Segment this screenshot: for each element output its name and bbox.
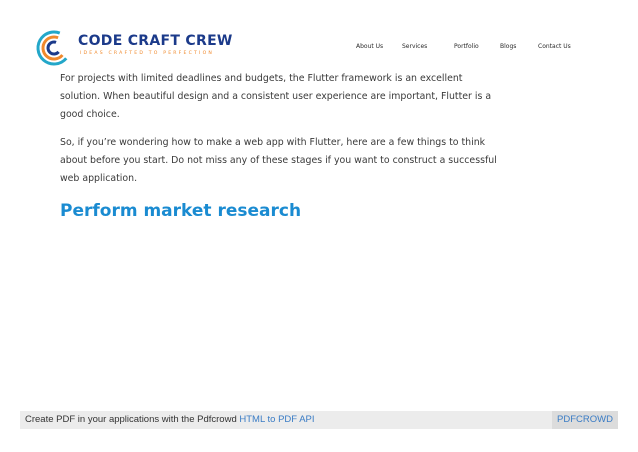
pdf-page: CODE CRAFT CREW IDEAS CRAFTED TO PERFECT… [0, 0, 638, 452]
banner-text: Create PDF in your applications with the… [25, 414, 237, 425]
main-navigation: About Us Services Portfolio Blogs Contac… [0, 40, 638, 56]
paragraph-line: good choice. [60, 109, 120, 120]
article-paragraph: For projects with limited deadlines and … [60, 70, 500, 124]
paragraph-line: So, if you’re wondering how to make a we… [60, 137, 486, 148]
nav-portfolio[interactable]: Portfolio [454, 43, 479, 50]
section-heading: Perform market research [60, 201, 302, 221]
pdfcrowd-brand-link[interactable]: PDFCROWD [552, 411, 618, 429]
pdfcrowd-banner: Create PDF in your applications with the… [20, 411, 618, 429]
html-to-pdf-api-link[interactable]: HTML to PDF API [239, 414, 314, 425]
paragraph-line: solution. When beautiful design and a co… [60, 91, 492, 102]
article-body: For projects with limited deadlines and … [60, 70, 500, 221]
nav-blogs[interactable]: Blogs [500, 43, 516, 50]
article-paragraph: So, if you’re wondering how to make a we… [60, 134, 500, 188]
paragraph-line: For projects with limited deadlines and … [60, 73, 463, 84]
paragraph-line: web application. [60, 173, 138, 184]
nav-contact-us[interactable]: Contact Us [538, 43, 571, 50]
paragraph-line: about before you start. Do not miss any … [60, 155, 497, 166]
nav-about-us[interactable]: About Us [356, 43, 383, 50]
nav-services[interactable]: Services [402, 43, 427, 50]
site-header: CODE CRAFT CREW IDEAS CRAFTED TO PERFECT… [0, 0, 638, 80]
banner-text-line: Create PDF in your applications with the… [25, 414, 315, 425]
